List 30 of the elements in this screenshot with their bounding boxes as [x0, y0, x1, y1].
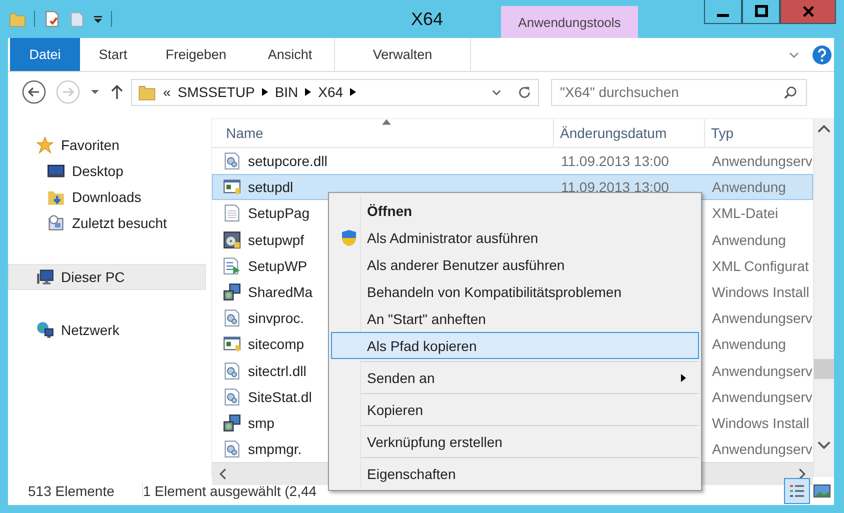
file-type: Anwendungserv	[712, 362, 812, 379]
file-name: smp	[248, 414, 274, 431]
file-name: smpmgr.	[248, 441, 302, 458]
file-name: setupcore.dll	[248, 153, 328, 170]
modified-date: 11.09.2013 13:00	[561, 153, 669, 170]
file-name: SetupWP	[248, 258, 308, 274]
file-name: sinvproc.	[248, 310, 304, 326]
selection-info: 1 Element ausgewählt (2,44	[143, 483, 317, 499]
window-title: X64	[411, 8, 444, 30]
contextual-tab-group: Anwendungstools	[501, 6, 638, 38]
file-name: sitectrl.dll	[248, 362, 306, 379]
file-name: setupwpf	[248, 232, 304, 248]
file-type: Windows Install	[712, 414, 810, 431]
file-type: XML Configurat	[712, 258, 809, 274]
file-name: setupdl	[248, 179, 294, 196]
file-type: Windows Install	[712, 284, 810, 300]
file-name: SiteStat.dl	[248, 388, 312, 405]
file-type: Anwendungserv	[712, 441, 812, 458]
file-type: Anwendungserv	[712, 153, 812, 170]
modified-date: 11.09.2013 13:00	[561, 179, 669, 196]
file-type: Anwendungserv	[712, 310, 812, 326]
file-type: Anwendung	[712, 232, 786, 248]
file-name: SetupPag	[248, 205, 310, 222]
item-count: 513 Elemente	[28, 483, 143, 499]
file-name: SharedMa	[248, 284, 313, 300]
file-type: XML-Datei	[712, 205, 778, 222]
file-type: Anwendung	[712, 179, 786, 196]
file-type: Anwendung	[712, 336, 786, 352]
file-name: sitecomp	[248, 336, 304, 352]
file-type: Anwendungserv	[712, 388, 812, 405]
